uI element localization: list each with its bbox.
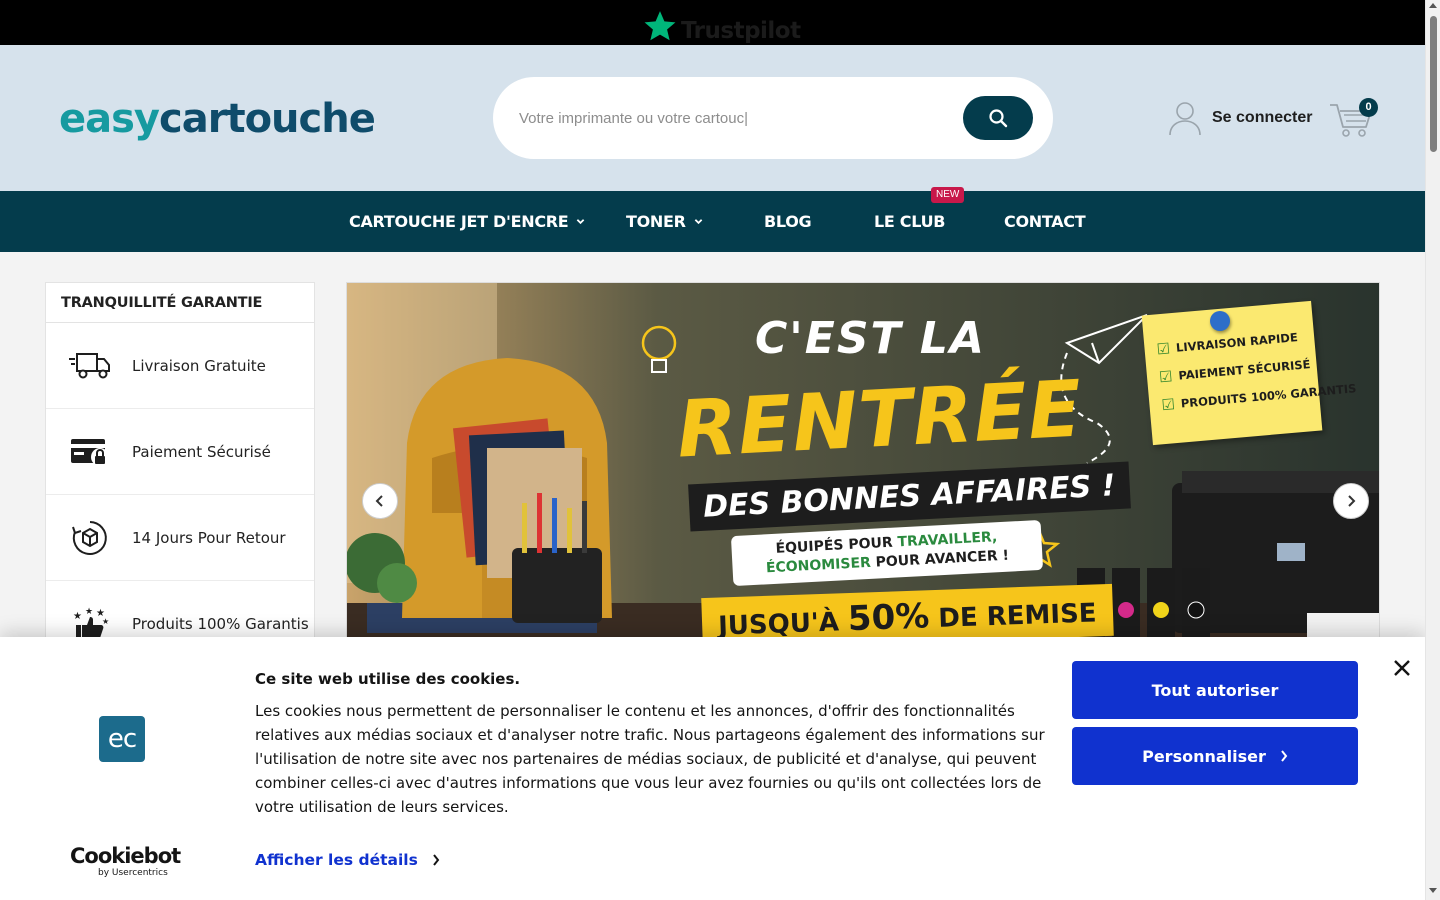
scrollbar-thumb[interactable] bbox=[1430, 16, 1437, 152]
nav-item-toner[interactable]: TONER bbox=[626, 191, 703, 252]
search-icon bbox=[989, 109, 1008, 128]
nav-item-blog[interactable]: BLOG bbox=[764, 191, 812, 252]
page-scrollbar[interactable] bbox=[1425, 0, 1440, 900]
site-header: easycartouche Se connecter 0 bbox=[0, 45, 1425, 191]
search-bar bbox=[493, 77, 1053, 159]
pushpin-icon bbox=[1210, 311, 1230, 331]
trustpilot-widget[interactable]: Trustpilot bbox=[643, 9, 801, 45]
scroll-up-arrow[interactable] bbox=[1429, 3, 1437, 8]
return-box-icon bbox=[68, 516, 112, 560]
nav-label: BLOG bbox=[764, 212, 812, 231]
hero-promo-b: 50% bbox=[847, 596, 930, 640]
svg-text:★: ★ bbox=[85, 607, 93, 616]
login-link[interactable]: Se connecter bbox=[1168, 101, 1313, 136]
hero-banner[interactable]: C'EST LA RENTRÉE DES BONNES AFFAIRES ! É… bbox=[346, 282, 1380, 682]
logo-cartouche: cartouche bbox=[159, 96, 376, 142]
chevron-right-icon bbox=[1281, 750, 1288, 762]
note-label: LIVRAISON RAPIDE bbox=[1175, 330, 1299, 355]
sidebar-title: TRANQUILLITÉ GARANTIE bbox=[46, 283, 314, 323]
chevron-right-icon bbox=[433, 854, 440, 866]
chevron-right-icon bbox=[1348, 495, 1356, 507]
show-details-label: Afficher les détails bbox=[255, 851, 418, 869]
allow-all-label: Tout autoriser bbox=[1151, 680, 1279, 700]
chevron-left-icon bbox=[375, 495, 383, 507]
nav-label: CARTOUCHE JET D'ENCRE bbox=[349, 212, 569, 231]
sidebar-item-label: Livraison Gratuite bbox=[132, 356, 266, 375]
hero-promo-c: DE REMISE bbox=[928, 598, 1098, 635]
nav-label: CONTACT bbox=[1004, 212, 1086, 231]
nav-item-ink-cartridge[interactable]: CARTOUCHE JET D'ENCRE bbox=[349, 191, 585, 252]
search-input[interactable] bbox=[519, 103, 949, 133]
cart-count-badge: 0 bbox=[1359, 98, 1378, 117]
svg-text:★: ★ bbox=[73, 611, 82, 622]
note-item: ☑ PRODUITS 100% GARANTIS bbox=[1160, 381, 1357, 415]
scroll-down-arrow[interactable] bbox=[1429, 888, 1437, 893]
trustpilot-star-icon bbox=[644, 11, 676, 41]
chevron-down-icon bbox=[694, 219, 702, 225]
customize-label: Personnaliser bbox=[1142, 746, 1266, 766]
sidebar-item-label: Paiement Sécurisé bbox=[132, 442, 271, 461]
carousel-next-button[interactable] bbox=[1333, 483, 1369, 519]
sidebar-item-label: Produits 100% Garantis bbox=[132, 614, 309, 633]
check-icon: ☑ bbox=[1158, 367, 1174, 387]
guarantee-sidebar: TRANQUILLITÉ GARANTIE Livraison Gratuite bbox=[45, 282, 315, 682]
note-label: PAIEMENT SÉCURISÉ bbox=[1177, 357, 1311, 383]
login-label: Se connecter bbox=[1212, 109, 1313, 126]
sidebar-item-free-delivery[interactable]: Livraison Gratuite bbox=[46, 323, 314, 409]
nav-label: TONER bbox=[626, 212, 686, 231]
customize-button[interactable]: Personnaliser bbox=[1072, 727, 1358, 785]
cookiebot-by: by Usercentrics bbox=[98, 868, 168, 878]
new-badge: NEW bbox=[931, 187, 965, 203]
cookie-banner: ec Cookiebot by Usercentrics Ce site web… bbox=[0, 637, 1425, 900]
hero-sub-b: TRAVAILLER, bbox=[897, 529, 998, 551]
check-icon: ☑ bbox=[1160, 395, 1176, 415]
chevron-down-icon bbox=[577, 219, 585, 225]
cookie-description: Les cookies nous permettent de personnal… bbox=[255, 702, 1045, 816]
nav-item-contact[interactable]: CONTACT bbox=[1004, 191, 1086, 252]
hero-sticky-note: ☑ LIVRAISON RAPIDE ☑ PAIEMENT SÉCURISÉ ☑ PR… bbox=[1141, 300, 1357, 446]
cookiebot-name: Cookiebot bbox=[70, 844, 181, 868]
user-icon bbox=[1169, 102, 1201, 136]
hero-sub-d: POUR AVANCER ! bbox=[870, 547, 1010, 571]
check-icon: ☑ bbox=[1155, 339, 1171, 359]
sidebar-item-returns[interactable]: 14 Jours Pour Retour bbox=[46, 495, 314, 581]
trustpilot-label: Trustpilot bbox=[681, 18, 801, 44]
site-favicon-logo: ec bbox=[99, 716, 145, 762]
note-item: ☑ PAIEMENT SÉCURISÉ bbox=[1158, 356, 1311, 387]
sidebar-item-label: 14 Jours Pour Retour bbox=[132, 528, 286, 547]
nav-label: LE CLUB bbox=[874, 212, 946, 231]
show-details-link[interactable]: Afficher les détails bbox=[255, 851, 440, 869]
carousel-prev-button[interactable] bbox=[362, 483, 398, 519]
secure-card-icon bbox=[68, 430, 112, 474]
search-button[interactable] bbox=[963, 96, 1033, 140]
hero-sub-c: ÉCONOMISER bbox=[765, 554, 872, 577]
site-logo[interactable]: easycartouche bbox=[59, 96, 376, 142]
truck-icon bbox=[68, 344, 112, 388]
logo-easy: easy bbox=[59, 96, 160, 142]
svg-text:★: ★ bbox=[102, 617, 109, 626]
allow-all-button[interactable]: Tout autoriser bbox=[1072, 661, 1358, 719]
close-icon[interactable] bbox=[1392, 658, 1412, 678]
cookiebot-logo[interactable]: Cookiebot by Usercentrics bbox=[70, 844, 181, 878]
main-nav: CARTOUCHE JET D'ENCRE TONER BLOG LE CLUB… bbox=[0, 191, 1425, 252]
sidebar-item-secure-payment[interactable]: Paiement Sécurisé bbox=[46, 409, 314, 495]
note-item: ☑ LIVRAISON RAPIDE bbox=[1155, 328, 1305, 359]
trustpilot-bar: Trustpilot bbox=[0, 0, 1425, 45]
cookie-title: Ce site web utilise des cookies. bbox=[255, 670, 521, 688]
hero-line1: C'EST LA bbox=[755, 313, 986, 364]
